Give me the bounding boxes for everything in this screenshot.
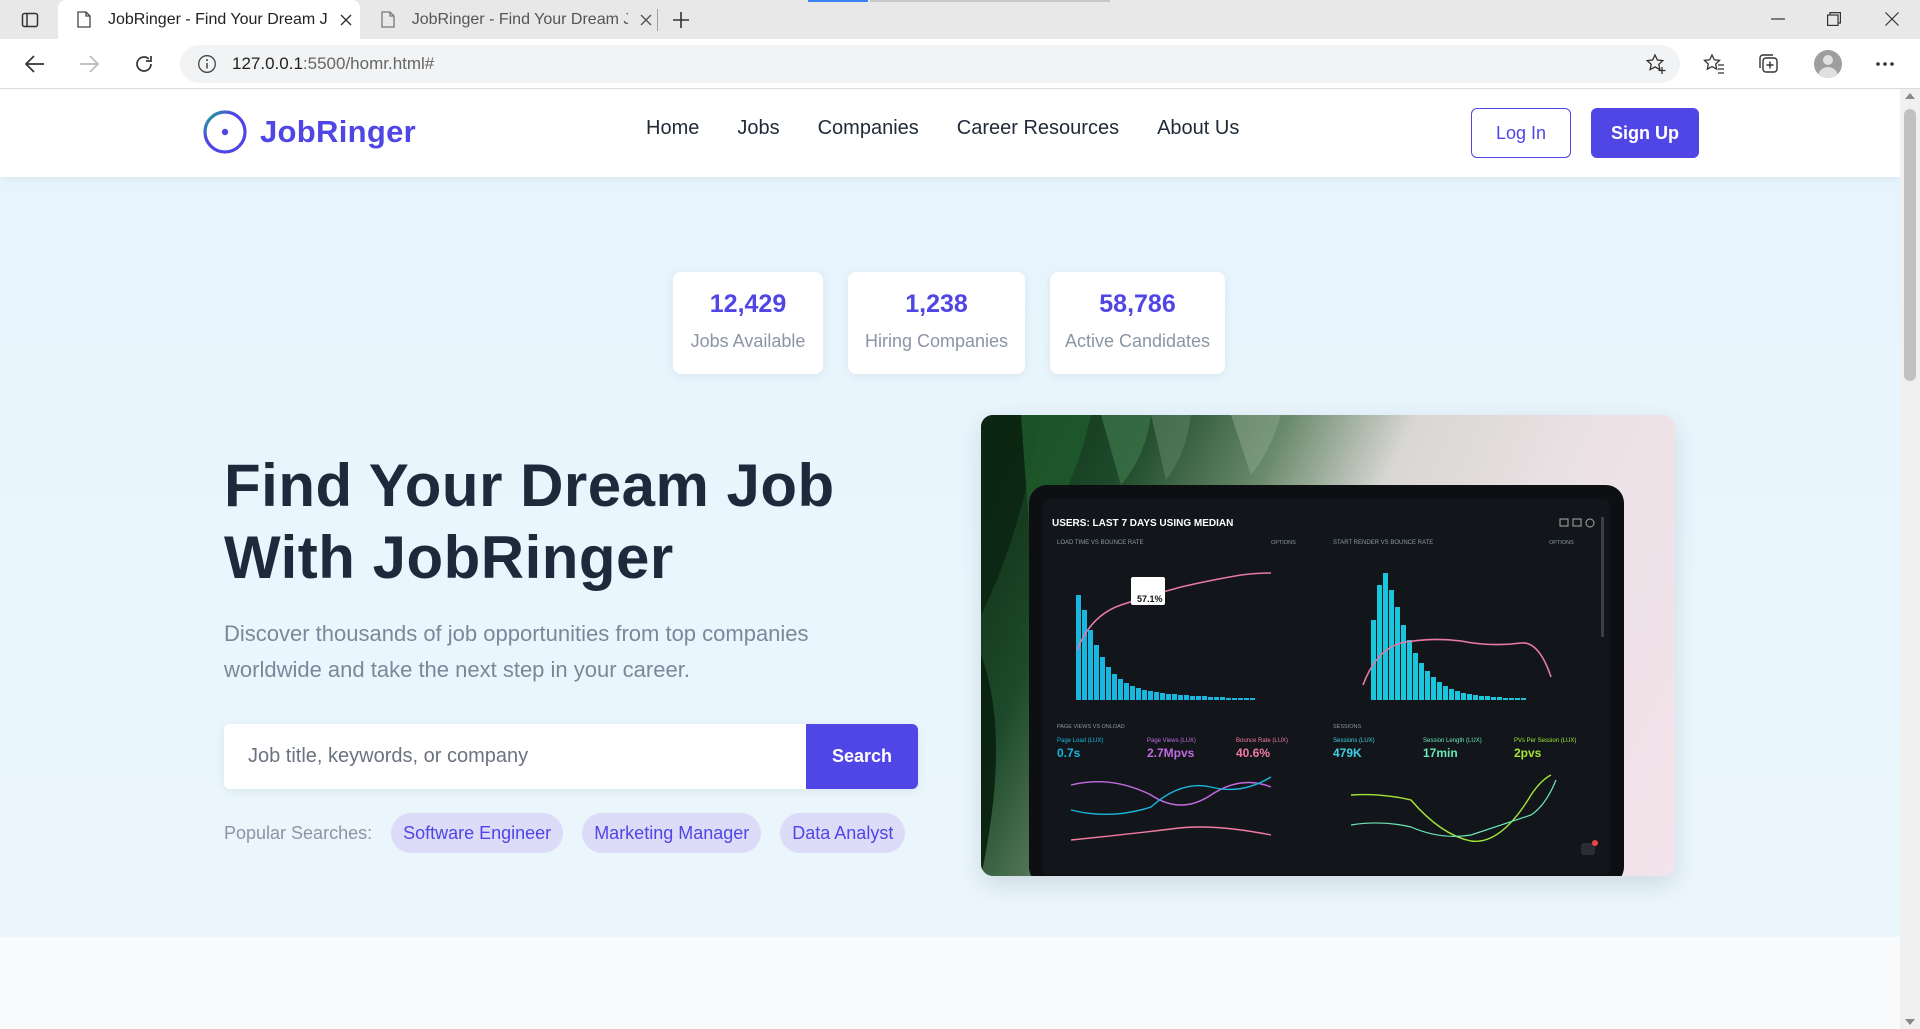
scroll-up-arrow-icon[interactable] — [1905, 93, 1915, 99]
stat-value: 58,786 — [1099, 290, 1176, 318]
metric-value: 2.7Mpvs — [1147, 746, 1195, 760]
search-button[interactable]: Search — [806, 724, 918, 789]
next-section — [0, 937, 1900, 1029]
tab-progress-accent — [808, 0, 868, 2]
page-scrollbar[interactable] — [1900, 89, 1920, 1029]
window-close-icon[interactable] — [1864, 0, 1920, 38]
panel-left-title: LOAD TIME VS BOUNCE RATE — [1057, 540, 1143, 546]
favorites-icon[interactable] — [1697, 47, 1731, 81]
stat-value: 12,429 — [709, 290, 787, 318]
page-icon — [378, 10, 398, 30]
tab-progress-track — [870, 0, 1110, 2]
stat-card-companies: 1,238 Hiring Companies — [848, 272, 1025, 374]
site-header: JobRinger Home Jobs Companies Career Res… — [0, 89, 1900, 177]
tab-actions-icon[interactable] — [18, 8, 42, 32]
minimize-icon[interactable] — [1750, 0, 1806, 38]
metric-label: Bounce Rate (LUX) — [1236, 738, 1288, 744]
panel-bottom-left-title: PAGE VIEWS VS ONLOAD — [1057, 724, 1125, 730]
metric-value: 17min — [1423, 746, 1458, 760]
metric-label: PVs Per Session (LUX) — [1514, 738, 1576, 744]
new-tab-plus-icon[interactable] — [668, 7, 694, 33]
hero-title-line1: Find Your Dream Job — [224, 452, 835, 519]
forward-arrow-icon[interactable] — [71, 46, 107, 82]
url-host: 127.0.0.1 — [232, 54, 303, 73]
close-icon[interactable] — [334, 8, 358, 32]
panel-left-options: OPTIONS — [1271, 540, 1296, 546]
stat-card-jobs: 12,429 Jobs Available — [673, 272, 823, 374]
laptop-dashboard-illustration: USERS: LAST 7 DAYS USING MEDIAN LOAD TIM… — [981, 415, 1624, 876]
more-menu-icon[interactable] — [1868, 47, 1902, 81]
nav-companies[interactable]: Companies — [818, 117, 919, 140]
tab-title: JobRinger - Find Your Dream Job — [108, 10, 328, 28]
popular-searches: Popular Searches: Software Engineer Mark… — [224, 813, 924, 853]
logo-ring-icon — [203, 110, 247, 154]
popular-chip-marketing-manager[interactable]: Marketing Manager — [582, 813, 762, 853]
signup-button[interactable]: Sign Up — [1591, 108, 1699, 158]
logo-text: JobRinger — [260, 114, 416, 149]
hero-dashboard-image: USERS: LAST 7 DAYS USING MEDIAN LOAD TIM… — [981, 415, 1675, 876]
metric-label: Sessions (LUX) — [1333, 738, 1375, 744]
scroll-down-arrow-icon[interactable] — [1905, 1019, 1915, 1025]
main-nav: Home Jobs Companies Career Resources Abo… — [646, 117, 1277, 140]
page-icon — [74, 10, 94, 30]
popular-chip-software-engineer[interactable]: Software Engineer — [391, 813, 564, 853]
page-viewport: JobRinger Home Jobs Companies Career Res… — [0, 89, 1900, 1029]
stat-label: Active Candidates — [1064, 331, 1211, 351]
stat-value: 1,238 — [905, 290, 968, 318]
metric-value: 40.6% — [1236, 746, 1270, 760]
metric-label: Session Length (LUX) — [1423, 738, 1482, 744]
add-favorite-star-icon[interactable] — [1644, 52, 1668, 76]
back-arrow-icon[interactable] — [17, 46, 53, 82]
popular-searches-label: Popular Searches: — [224, 822, 373, 843]
address-field[interactable]: 127.0.0.1:5500/homr.html# — [180, 45, 1680, 83]
metric-label: Page Views (LUX) — [1147, 738, 1196, 744]
dashboard-header-text: USERS: LAST 7 DAYS USING MEDIAN — [1052, 518, 1233, 529]
nav-about-us[interactable]: About Us — [1157, 117, 1239, 140]
site-info-icon[interactable] — [196, 53, 218, 75]
metric-value: 0.7s — [1057, 746, 1081, 760]
job-search-bar: Search — [224, 724, 918, 789]
stat-label: Hiring Companies — [864, 331, 1009, 351]
browser-tab-active[interactable]: JobRinger - Find Your Dream Job — [58, 0, 360, 39]
profile-avatar-icon[interactable] — [1814, 50, 1842, 78]
nav-jobs[interactable]: Jobs — [737, 117, 779, 140]
scrollbar-thumb[interactable] — [1904, 109, 1916, 381]
address-bar-row: 127.0.0.1:5500/homr.html# — [0, 39, 1920, 89]
refresh-icon[interactable] — [126, 46, 162, 82]
stat-label: Jobs Available — [690, 331, 806, 351]
hero-subtitle: Discover thousands of job opportunities … — [224, 621, 809, 682]
url-text: 127.0.0.1:5500/homr.html# — [232, 54, 434, 74]
collections-icon[interactable] — [1752, 47, 1786, 81]
panel-right-options: OPTIONS — [1549, 540, 1574, 546]
hero-title: Find Your Dream Job With JobRinger — [224, 450, 835, 594]
restore-icon[interactable] — [1806, 0, 1862, 38]
logo[interactable]: JobRinger — [202, 109, 416, 155]
close-icon[interactable] — [634, 8, 658, 32]
panel-bottom-right-title: SESSIONS — [1333, 724, 1361, 730]
nav-home[interactable]: Home — [646, 117, 699, 140]
stat-card-candidates: 58,786 Active Candidates — [1050, 272, 1225, 374]
browser-tab-bar: JobRinger - Find Your Dream Job JobRinge… — [0, 0, 1920, 39]
browser-tab-inactive[interactable]: JobRinger - Find Your Dream Job — [362, 0, 658, 39]
metric-label: Page Load (LUX) — [1057, 738, 1103, 744]
panel-right-title: START RENDER VS BOUNCE RATE — [1333, 540, 1433, 546]
nav-career-resources[interactable]: Career Resources — [957, 117, 1119, 140]
job-search-input[interactable] — [224, 724, 806, 789]
metric-value: 2pvs — [1514, 746, 1542, 760]
hero-title-line2: With JobRinger — [224, 524, 674, 591]
tab-title: JobRinger - Find Your Dream Job — [411, 10, 629, 28]
tab-divider — [657, 9, 658, 31]
popular-chip-data-analyst[interactable]: Data Analyst — [780, 813, 906, 853]
url-path: :5500/homr.html# — [302, 54, 435, 73]
login-button[interactable]: Log In — [1471, 108, 1571, 158]
metric-value: 479K — [1333, 746, 1362, 760]
tooltip-value: 57.1% — [1137, 594, 1163, 604]
